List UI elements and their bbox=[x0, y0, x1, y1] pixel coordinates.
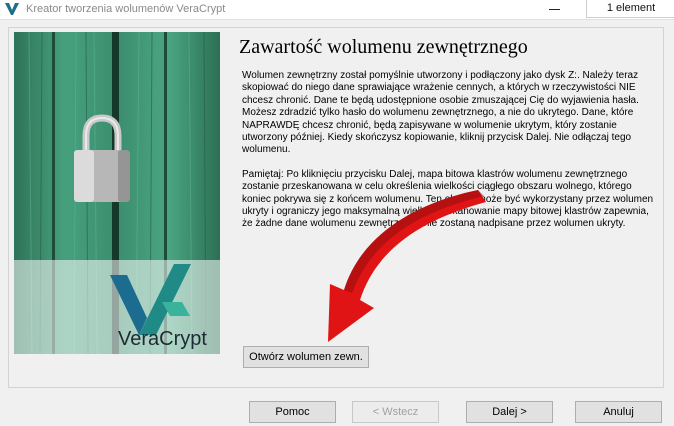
title-bar: Kreator tworzenia wolumenów VeraCrypt 1 … bbox=[0, 0, 674, 20]
page-title: Zawartość wolumenu zewnętrznego bbox=[239, 36, 528, 58]
open-outer-volume-button[interactable]: Otwórz wolumen zewn. bbox=[243, 346, 369, 368]
veracrypt-logo-text: VeraCrypt bbox=[118, 328, 207, 351]
padlock-on-wooden-door-image bbox=[14, 32, 220, 354]
description-text: Wolumen zewnętrzny został pomyślnie utwo… bbox=[242, 70, 662, 231]
minimize-icon[interactable] bbox=[549, 9, 560, 10]
back-button[interactable]: < Wstecz bbox=[352, 401, 439, 423]
description-paragraph-1: Wolumen zewnętrzny został pomyślnie utwo… bbox=[242, 70, 639, 156]
logo-text-vera: Vera bbox=[118, 328, 160, 350]
next-button[interactable]: Dalej > bbox=[466, 401, 553, 423]
window-title: Kreator tworzenia wolumenów VeraCrypt bbox=[26, 3, 226, 15]
logo-text-crypt: Crypt bbox=[159, 328, 207, 350]
help-button[interactable]: Pomoc bbox=[249, 401, 336, 423]
selection-tooltip: 1 element bbox=[586, 0, 674, 18]
veracrypt-app-icon bbox=[5, 3, 19, 15]
description-paragraph-2: Pamiętaj: Po kliknięciu przycisku Dalej,… bbox=[242, 168, 654, 230]
cancel-button[interactable]: Anuluj bbox=[575, 401, 662, 423]
wizard-side-image: VeraCrypt bbox=[14, 32, 220, 354]
